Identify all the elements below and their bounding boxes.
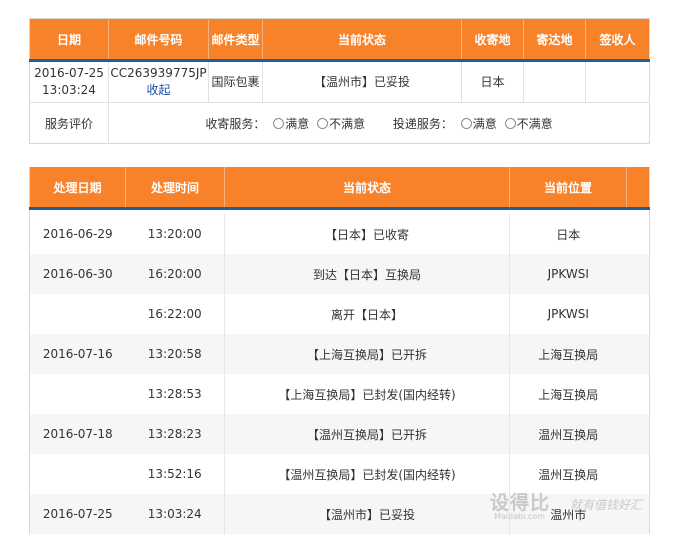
delivery-unsatisfied-option[interactable]: 不满意 bbox=[504, 115, 553, 132]
delivery-service-rating: 投递服务： 满意 不满意 bbox=[393, 115, 553, 132]
shipment-summary-table: 日期 邮件号码 邮件类型 当前状态 收寄地 寄达地 签收人 2016-07-25… bbox=[29, 18, 650, 144]
row-location: 上海互换局 bbox=[509, 374, 627, 414]
row-time: 16:22:00 bbox=[147, 307, 202, 321]
row-blank-cell bbox=[626, 334, 650, 374]
row-time: 13:20:00 bbox=[147, 227, 202, 241]
tracking-rows: 2016-06-29 13:20:00 【日本】已收寄 日本 2016-06-30 16:… bbox=[29, 214, 650, 534]
row-time: 16:20:00 bbox=[125, 254, 225, 294]
row-blank-cell bbox=[627, 374, 650, 414]
summary-origin: 日本 bbox=[461, 60, 524, 103]
row-status: 【日本】已收寄 bbox=[224, 214, 510, 254]
header-current-status: 当前状态 bbox=[262, 18, 462, 62]
watermark-logo: 设得比 Maidabi.com 就有值钱好汇 bbox=[490, 488, 681, 524]
tracking-header-row: 处理日期 处理时间 当前状态 当前位置 bbox=[29, 167, 650, 210]
row-location: JPKWSI bbox=[509, 254, 627, 294]
delivery-service-label: 投递服务： bbox=[392, 116, 453, 131]
header-current-location: 当前位置 bbox=[509, 167, 627, 210]
row-time: 13:20:58 bbox=[125, 334, 225, 374]
service-evaluation-row: 服务评价 收寄服务： 满意 不满意 投递服务： 满意 不满意 bbox=[29, 102, 650, 144]
watermark-main-text: 设得比 bbox=[490, 492, 551, 514]
header-process-time: 处理时间 bbox=[125, 167, 225, 210]
summary-date: 2016-07-25 13:03:24 bbox=[29, 60, 109, 103]
watermark-site-text: Maidabi.com bbox=[494, 512, 545, 521]
row-blank-cell bbox=[627, 294, 650, 334]
header-blank-cell bbox=[626, 167, 650, 210]
header-process-date: 处理日期 bbox=[29, 167, 126, 210]
pickup-satisfied-label: 满意 bbox=[285, 116, 310, 131]
row-time: 13:28:23 bbox=[125, 414, 225, 454]
delivery-satisfied-option[interactable]: 满意 bbox=[460, 115, 497, 132]
pickup-service-label: 收寄服务： bbox=[205, 116, 266, 131]
summary-mail-number: CC263939775JP bbox=[110, 66, 207, 80]
row-time: 13:03:24 bbox=[125, 494, 225, 534]
summary-row: 2016-07-25 13:03:24 CC263939775JP 收起 国际包… bbox=[29, 60, 650, 103]
row-blank-cell bbox=[627, 214, 650, 254]
delivery-unsatisfied-radio[interactable] bbox=[504, 117, 516, 129]
header-tracking-status: 当前状态 bbox=[224, 167, 510, 210]
row-status: 【上海互换局】已开拆 bbox=[224, 334, 510, 374]
table-row: 16:22:00 离开【日本】 JPKWSI bbox=[30, 294, 650, 334]
header-mail-type: 邮件类型 bbox=[208, 18, 263, 62]
row-status: 【温州互换局】已封发(国内经转) bbox=[224, 454, 510, 494]
summary-destination bbox=[523, 60, 586, 103]
row-date: 2016-07-25 bbox=[29, 494, 126, 534]
row-date: 2016-07-16 bbox=[29, 334, 126, 374]
table-row: 2016-07-16 13:20:58 【上海互换局】已开拆 上海互换局 bbox=[29, 334, 650, 374]
pickup-satisfied-option[interactable]: 满意 bbox=[273, 115, 309, 132]
summary-header-row: 日期 邮件号码 邮件类型 当前状态 收寄地 寄达地 签收人 bbox=[29, 18, 650, 62]
pickup-unsatisfied-radio[interactable] bbox=[317, 117, 329, 129]
row-blank-cell bbox=[626, 254, 650, 294]
summary-status: 【温州市】已妥投 bbox=[262, 60, 462, 103]
row-location: JPKWSI bbox=[509, 294, 627, 334]
row-time: 13:28:53 bbox=[147, 387, 202, 401]
delivery-unsatisfied-label: 不满意 bbox=[516, 116, 553, 131]
table-row: 13:28:53 【上海互换局】已封发(国内经转) 上海互换局 bbox=[30, 374, 650, 414]
watermark-slogan-text: 就有值钱好汇 bbox=[570, 498, 643, 512]
pickup-satisfied-radio[interactable] bbox=[273, 117, 285, 129]
header-origin: 收寄地 bbox=[461, 18, 524, 62]
summary-mail-type: 国际包裹 bbox=[208, 60, 263, 103]
row-date bbox=[30, 454, 126, 494]
row-location: 温州互换局 bbox=[509, 414, 627, 454]
header-date: 日期 bbox=[29, 18, 109, 62]
summary-recipient bbox=[585, 60, 650, 103]
row-blank-cell bbox=[626, 414, 650, 454]
service-rating: 收寄服务： 满意 不满意 投递服务： 满意 不满意 bbox=[109, 103, 650, 144]
table-row: 2016-06-30 16:20:00 到达【日本】互换局 JPKWSI bbox=[29, 254, 650, 294]
row-location: 上海互换局 bbox=[509, 334, 627, 374]
pickup-unsatisfied-label: 不满意 bbox=[329, 116, 366, 131]
row-status: 离开【日本】 bbox=[224, 294, 510, 334]
delivery-satisfied-label: 满意 bbox=[472, 116, 497, 131]
row-time: 13:52:16 bbox=[147, 467, 202, 481]
row-date bbox=[30, 294, 126, 334]
row-status: 【温州互换局】已开拆 bbox=[224, 414, 510, 454]
table-row: 2016-07-18 13:28:23 【温州互换局】已开拆 温州互换局 bbox=[29, 414, 650, 454]
row-status: 【温州市】已妥投 bbox=[224, 494, 510, 534]
row-date: 2016-06-29 bbox=[42, 227, 113, 241]
summary-mail-number-cell: CC263939775JP 收起 bbox=[108, 60, 209, 103]
header-mail-number: 邮件号码 bbox=[108, 18, 209, 62]
collapse-link[interactable]: 收起 bbox=[109, 82, 208, 99]
delivery-satisfied-radio[interactable] bbox=[460, 117, 472, 129]
tracking-details-table: 处理日期 处理时间 当前状态 当前位置 2016-06-29 13:20:00 【日… bbox=[29, 167, 650, 534]
row-date bbox=[30, 374, 126, 414]
pickup-service-rating: 收寄服务： 满意 不满意 bbox=[205, 115, 365, 132]
row-date: 2016-07-18 bbox=[29, 414, 126, 454]
header-recipient: 签收人 bbox=[585, 18, 650, 62]
header-destination: 寄达地 bbox=[523, 18, 586, 62]
table-row: 2016-06-29 13:20:00 【日本】已收寄 日本 bbox=[30, 214, 650, 254]
service-evaluation-label: 服务评价 bbox=[29, 102, 109, 144]
row-location: 日本 bbox=[509, 214, 627, 254]
row-date: 2016-06-30 bbox=[29, 254, 126, 294]
pickup-unsatisfied-option[interactable]: 不满意 bbox=[317, 115, 365, 132]
row-status: 【上海互换局】已封发(国内经转) bbox=[224, 374, 510, 414]
row-status: 到达【日本】互换局 bbox=[224, 254, 510, 294]
